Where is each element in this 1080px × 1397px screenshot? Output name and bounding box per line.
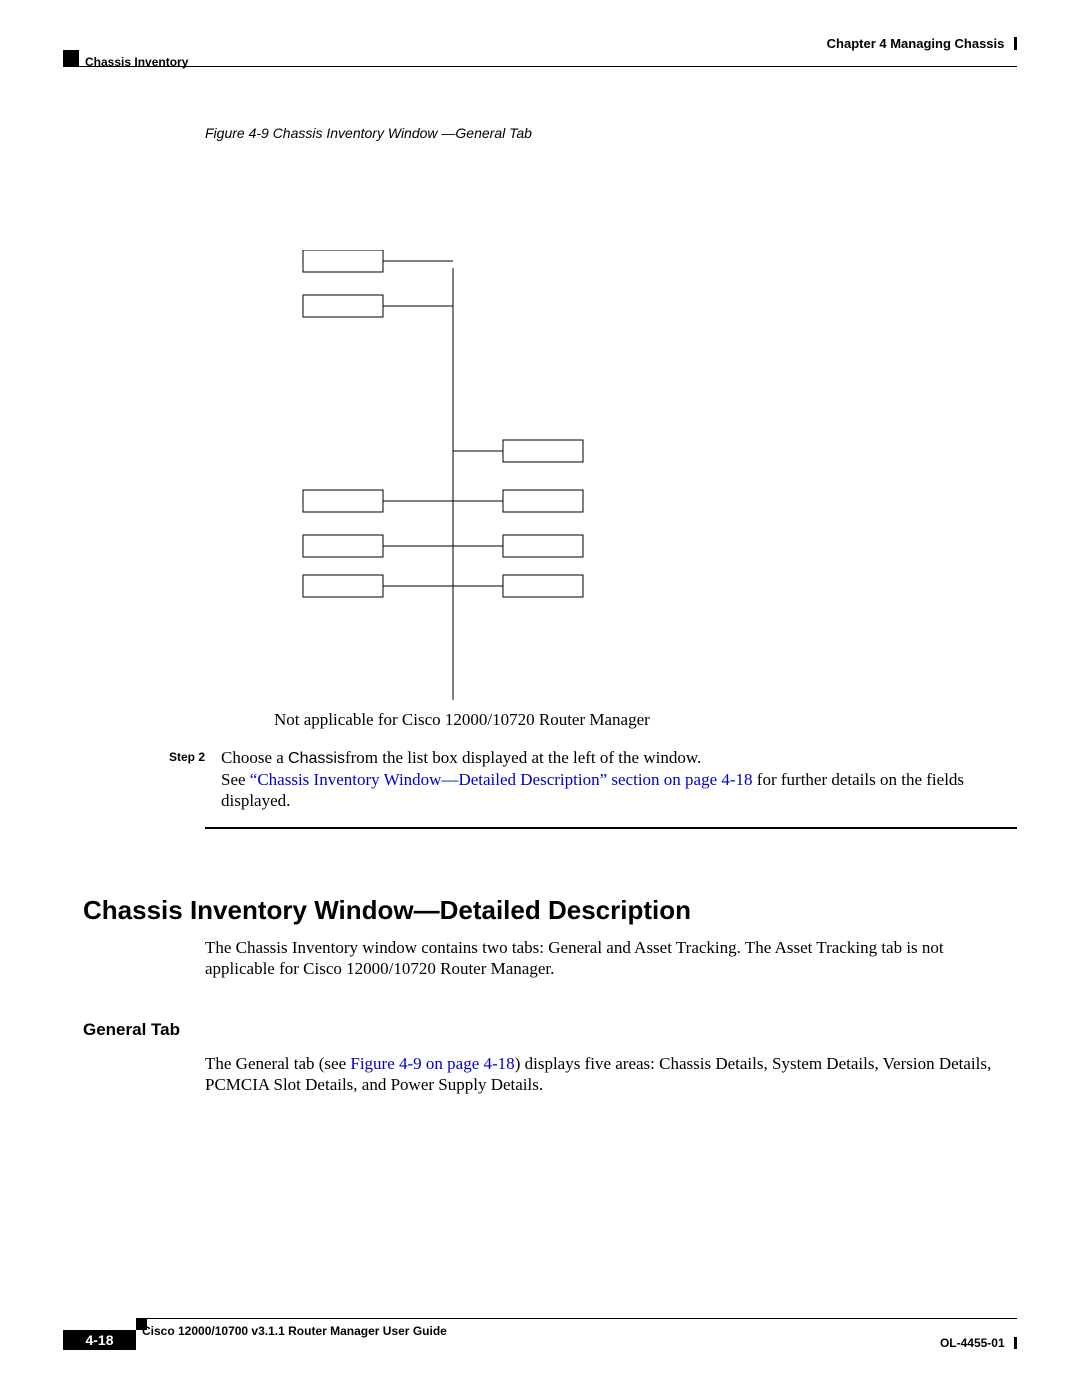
subsection-heading: General Tab <box>83 1020 180 1040</box>
step-prefix: Choose a <box>221 748 288 767</box>
section-body: The Chassis Inventory window contains tw… <box>205 937 1017 980</box>
section-rule <box>205 827 1017 829</box>
page-number: 4-18 <box>63 1330 136 1350</box>
header-right-bar <box>1014 37 1017 50</box>
footer-doc-id-text: OL-4455-01 <box>940 1336 1005 1350</box>
footer-right-bar <box>1014 1337 1017 1349</box>
subsection-body: The General tab (see Figure 4-9 on page … <box>205 1053 1017 1096</box>
section-heading: Chassis Inventory Window—Detailed Descri… <box>83 895 691 926</box>
header-chapter-text: Chapter 4 Managing Chassis <box>827 36 1005 51</box>
footer-rule <box>136 1318 1017 1319</box>
step-body: Choose a Chassisfrom the list box displa… <box>221 747 1017 812</box>
step-label: Step 2 <box>169 750 205 764</box>
subsection-prefix: The General tab (see <box>205 1054 350 1073</box>
header-chapter: Chapter 4 Managing Chassis <box>827 36 1017 51</box>
figure-caption: Figure 4-9 Chassis Inventory Window —Gen… <box>205 125 532 141</box>
step-see-prefix: See <box>221 770 250 789</box>
footer-guide-title: Cisco 12000/10700 v3.1.1 Router Manager … <box>142 1324 447 1338</box>
footer-doc-id: OL-4455-01 <box>940 1336 1017 1350</box>
header-left-block-icon <box>63 50 79 66</box>
step-link[interactable]: “Chassis Inventory Window—Detailed Descr… <box>250 770 753 789</box>
step-chassis-word: Chassis <box>288 750 345 767</box>
step-suffix: from the list box displayed at the left … <box>345 748 701 767</box>
subsection-link[interactable]: Figure 4-9 on page 4-18 <box>350 1054 514 1073</box>
figure-diagram <box>233 250 613 700</box>
figure-note: Not applicable for Cisco 12000/10720 Rou… <box>274 710 650 730</box>
header-rule <box>63 66 1017 67</box>
